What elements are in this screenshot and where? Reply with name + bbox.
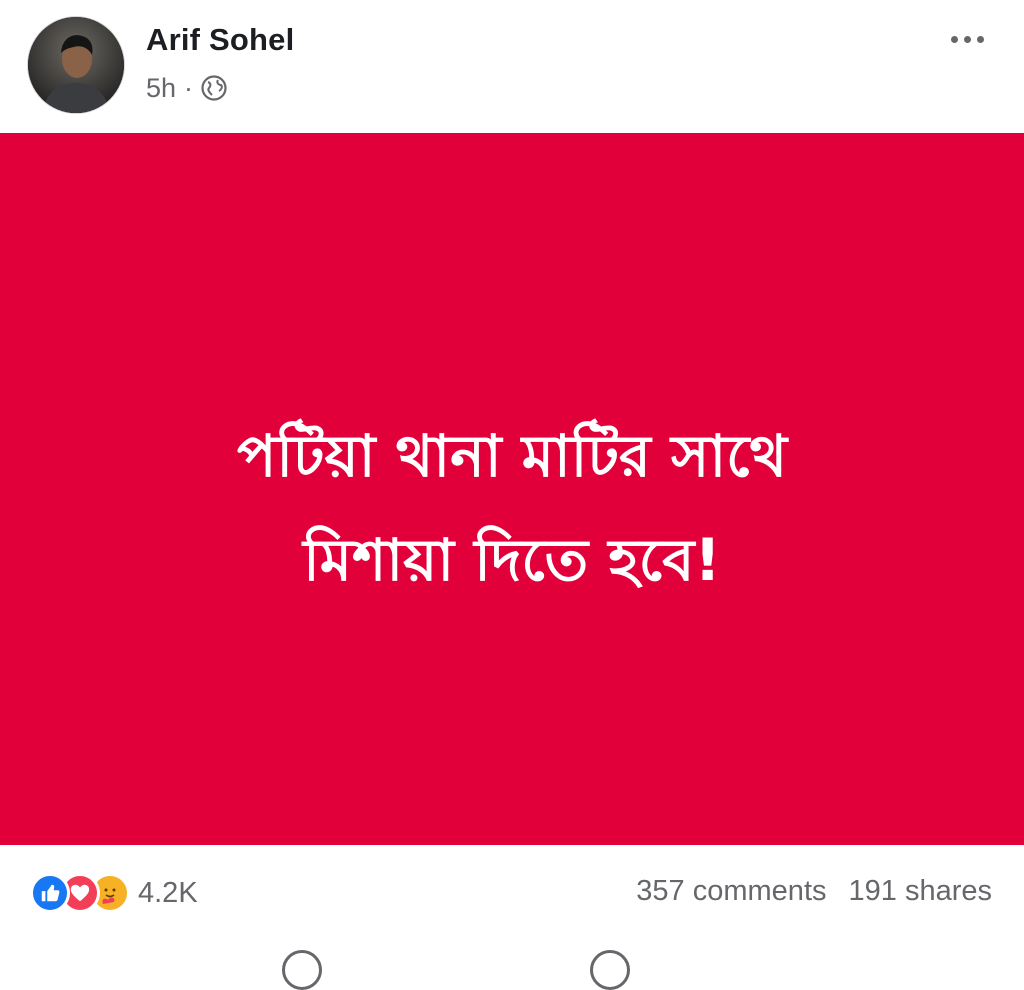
- post-time[interactable]: 5h: [146, 73, 176, 104]
- post-footer: 4.2K 357 comments 191 shares: [0, 845, 1024, 990]
- more-options-icon[interactable]: [944, 28, 990, 50]
- globe-icon: [201, 75, 227, 101]
- engagement-counts: 357 comments 191 shares: [636, 875, 992, 908]
- shares-count[interactable]: 191 shares: [849, 875, 993, 908]
- reaction-count[interactable]: 4.2K: [138, 877, 198, 910]
- comments-count[interactable]: 357 comments: [636, 875, 826, 908]
- post-image-line-1: পটিয়া থানা মাটির সাথে: [236, 422, 788, 490]
- meta-separator: ·: [184, 72, 194, 103]
- post-image[interactable]: পটিয়া থানা মাটির সাথে মিশায়া দিতে হবে!: [0, 133, 1024, 845]
- like-icon: [30, 873, 70, 913]
- reactions-summary[interactable]: 4.2K: [30, 873, 198, 913]
- author-avatar[interactable]: [28, 17, 124, 113]
- post-header: Arif Sohel 5h ·: [0, 0, 1024, 133]
- post-meta: 5h ·: [146, 72, 227, 104]
- comment-icon[interactable]: [282, 950, 322, 990]
- post-image-line-2: মিশায়া দিতে হবে!: [303, 526, 721, 594]
- post-image-text: পটিয়া থানা মাটির সাথে মিশায়া দিতে হবে!: [237, 404, 787, 612]
- share-icon[interactable]: [590, 950, 630, 990]
- author-name[interactable]: Arif Sohel: [146, 22, 294, 58]
- action-bar-partial: [0, 945, 1024, 990]
